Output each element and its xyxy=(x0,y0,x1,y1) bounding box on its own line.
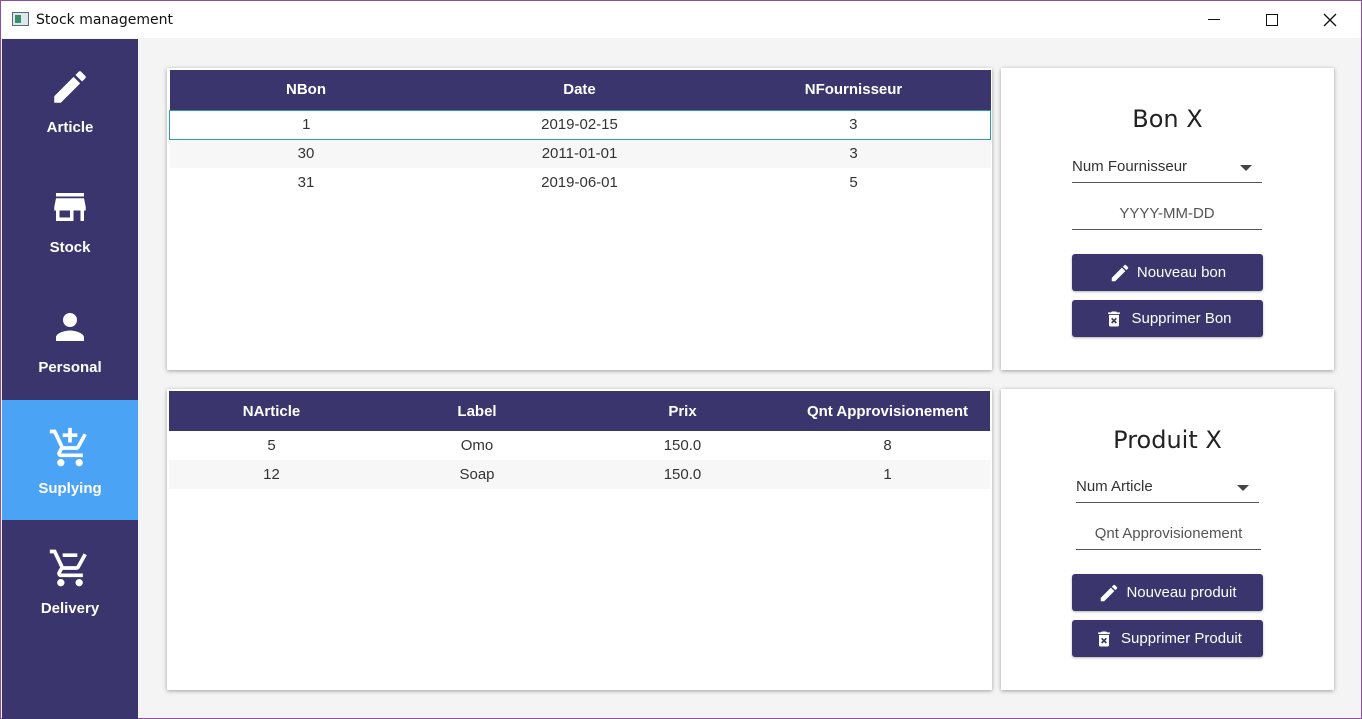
pencil-icon xyxy=(1098,582,1120,604)
table-cell: 3 xyxy=(849,145,858,163)
supprimer-bon-button[interactable]: Supprimer Bon xyxy=(1072,300,1263,337)
chevron-down-icon xyxy=(1237,485,1249,491)
column-header[interactable]: NBon xyxy=(170,70,443,110)
table-cell: Omo xyxy=(460,437,494,454)
table-header: NBon Date NFournisseur xyxy=(169,70,991,110)
sidebar-item-personal[interactable]: Personal xyxy=(2,279,138,399)
table-cell: 1 xyxy=(169,109,443,140)
article-table: NArticle Label Prix Qnt Approvisionement… xyxy=(169,391,990,489)
pencil-icon xyxy=(1109,262,1131,284)
app-window: Stock management Article Stock Personal xyxy=(0,0,1362,719)
produit-form-title: Produit X xyxy=(1113,426,1222,454)
sidebar-item-label: Suplying xyxy=(38,480,102,497)
table-row[interactable]: 30 2011-01-01 3 xyxy=(169,139,991,168)
table-cell: 1 xyxy=(883,466,892,483)
column-header[interactable]: NFournisseur xyxy=(717,70,991,110)
minimize-button[interactable] xyxy=(1185,1,1243,38)
sidebar-item-label: Article xyxy=(46,119,94,136)
sidebar-item-label: Personal xyxy=(38,359,102,376)
maximize-button[interactable] xyxy=(1243,1,1301,38)
button-label: Supprimer Bon xyxy=(1131,310,1232,327)
sidebar-item-suplying[interactable]: Suplying xyxy=(2,400,138,520)
trash-icon xyxy=(1103,308,1125,330)
minimize-icon xyxy=(1208,19,1220,20)
cart-remove-icon xyxy=(48,546,92,590)
column-header[interactable]: Date xyxy=(443,70,717,110)
table-cell: 3 xyxy=(716,109,991,140)
nouveau-produit-button[interactable]: Nouveau produit xyxy=(1072,574,1263,611)
table-row[interactable]: 1 2019-02-15 3 xyxy=(169,109,991,140)
store-icon xyxy=(48,185,92,229)
table-cell: 12 xyxy=(263,466,280,483)
trash-icon xyxy=(1093,628,1115,650)
column-header[interactable]: NArticle xyxy=(169,391,374,431)
table-cell: 31 xyxy=(297,174,315,191)
cart-plus-icon xyxy=(48,426,92,470)
person-icon xyxy=(48,305,92,349)
bon-table: NBon Date NFournisseur 1 2019-02-15 3 30… xyxy=(169,70,991,197)
button-label: Supprimer Produit xyxy=(1121,630,1242,647)
close-button[interactable] xyxy=(1301,1,1359,38)
table-cell: 150.0 xyxy=(663,437,702,454)
button-label: Nouveau produit xyxy=(1126,584,1237,601)
chevron-down-icon xyxy=(1240,165,1252,171)
dropdown-value: Num Article xyxy=(1076,478,1153,495)
table-cell: 150.0 xyxy=(663,466,702,483)
sidebar-item-delivery[interactable]: Delivery xyxy=(2,520,138,640)
dropdown-value: Num Fournisseur xyxy=(1072,158,1188,175)
table-cell: 2011-01-01 xyxy=(541,145,618,163)
table-row[interactable]: 12 Soap 150.0 1 xyxy=(169,460,990,489)
sidebar-item-stock[interactable]: Stock xyxy=(2,159,138,279)
fournisseur-dropdown[interactable]: Num Fournisseur xyxy=(1072,153,1262,183)
title-bar: Stock management xyxy=(1,1,1361,38)
sidebar-item-label: Stock xyxy=(49,239,91,256)
table-cell: Soap xyxy=(459,466,495,483)
close-icon xyxy=(1323,13,1337,26)
table-cell: 5 xyxy=(267,437,276,454)
bon-table-card: NBon Date NFournisseur 1 2019-02-15 3 30… xyxy=(167,68,992,370)
sidebar-item-article[interactable]: Article xyxy=(2,39,138,159)
maximize-icon xyxy=(1266,13,1278,26)
sidebar: Article Stock Personal Suplying Delivery xyxy=(2,39,138,719)
produit-form-card: Produit X Num Article Nouveau produit Su… xyxy=(1001,389,1334,690)
button-label: Nouveau bon xyxy=(1136,264,1227,281)
supprimer-produit-button[interactable]: Supprimer Produit xyxy=(1072,620,1263,657)
window-title: Stock management xyxy=(36,12,173,28)
column-header[interactable]: Label xyxy=(374,391,580,431)
table-row[interactable]: 31 2019-06-01 5 xyxy=(170,168,991,197)
table-cell: 2019-06-01 xyxy=(541,174,618,191)
table-cell: 30 xyxy=(297,145,315,163)
sidebar-item-label: Delivery xyxy=(40,600,100,617)
app-icon xyxy=(12,12,29,26)
table-header: NArticle Label Prix Qnt Approvisionement xyxy=(169,391,990,431)
article-dropdown[interactable]: Num Article xyxy=(1076,473,1259,503)
column-header[interactable]: Qnt Approvisionement xyxy=(785,391,990,431)
nouveau-bon-button[interactable]: Nouveau bon xyxy=(1072,254,1263,291)
bon-form-card: Bon X Num Fournisseur Nouveau bon Suppri… xyxy=(1001,68,1334,370)
article-table-card: NArticle Label Prix Qnt Approvisionement… xyxy=(167,389,992,690)
table-cell: 2019-02-15 xyxy=(442,109,717,140)
date-input[interactable] xyxy=(1072,198,1262,230)
pencil-icon xyxy=(48,65,92,109)
column-header[interactable]: Prix xyxy=(580,391,785,431)
table-row[interactable]: 5 Omo 150.0 8 xyxy=(169,431,990,460)
table-cell: 8 xyxy=(883,437,892,454)
table-cell: 5 xyxy=(849,174,858,191)
qnt-approvisionement-input[interactable] xyxy=(1076,518,1261,550)
bon-form-title: Bon X xyxy=(1132,105,1203,133)
